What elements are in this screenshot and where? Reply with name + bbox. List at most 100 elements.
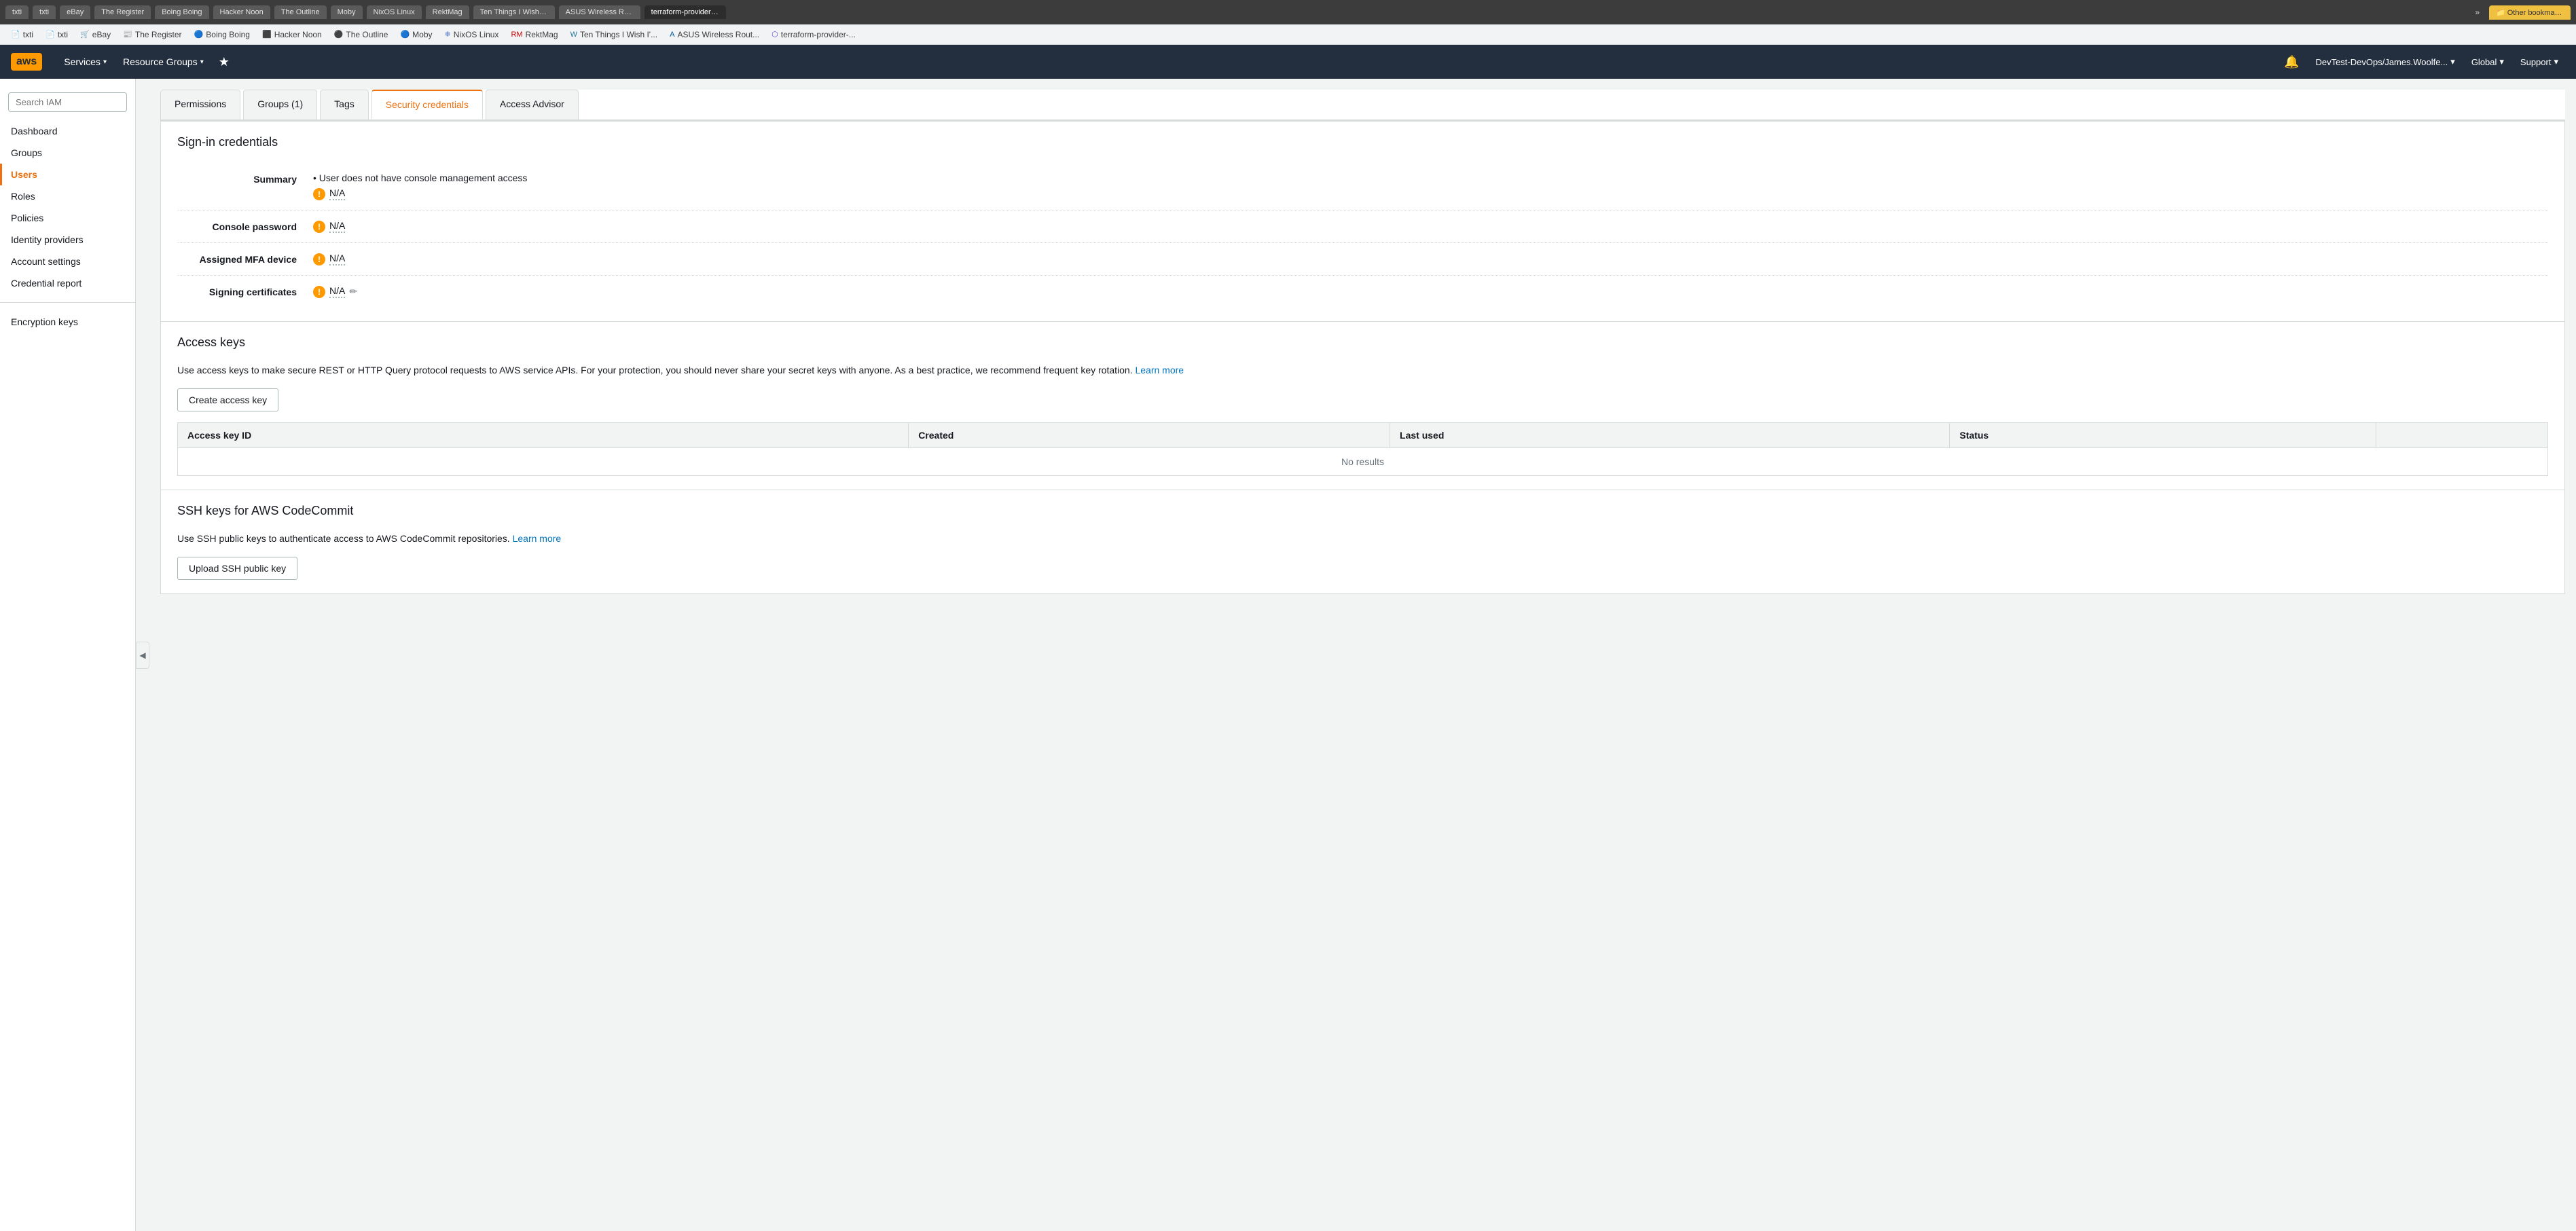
access-keys-learn-more-link[interactable]: Learn more: [1135, 365, 1184, 375]
summary-warning-icon: !: [313, 188, 325, 200]
support-label: Support: [2520, 57, 2552, 67]
browser-tab-boing[interactable]: Boing Boing: [155, 5, 208, 19]
account-menu[interactable]: DevTest-DevOps/James.Woolfe... ▾: [2308, 45, 2461, 79]
services-chevron: ▾: [103, 58, 107, 66]
browser-tab-terraform[interactable]: terraform-provider-...: [645, 5, 726, 19]
sidebar-item-policies[interactable]: Policies: [0, 207, 135, 229]
content-area: Permissions Groups (1) Tags Security cre…: [149, 79, 2576, 1231]
tab-tags[interactable]: Tags: [320, 90, 369, 120]
sidebar-divider: [0, 302, 135, 303]
browser-tab-hacker[interactable]: Hacker Noon: [213, 5, 270, 19]
bookmark-hacker[interactable]: ⬛ Hacker Noon: [257, 28, 327, 41]
browser-tab-txti2[interactable]: txti: [33, 5, 56, 19]
search-iam-input[interactable]: [8, 92, 127, 112]
notifications-bell-icon[interactable]: 🔔: [2277, 55, 2306, 69]
bookmark-nixos[interactable]: ❄ NixOS Linux: [439, 28, 505, 41]
browser-tab-outline[interactable]: The Outline: [274, 5, 327, 19]
region-chevron: ▾: [2499, 56, 2504, 67]
sidebar-item-credential-report[interactable]: Credential report: [0, 272, 135, 294]
resource-groups-nav[interactable]: Resource Groups ▾: [115, 45, 212, 79]
col-created: Created: [909, 423, 1390, 448]
browser-tab-bar: txti txti eBay The Register Boing Boing …: [0, 0, 2576, 24]
browser-tab-rektmag[interactable]: RektMag: [426, 5, 469, 19]
bookmark-asus[interactable]: A ASUS Wireless Rout...: [664, 28, 765, 41]
browser-tab-register[interactable]: The Register: [94, 5, 151, 19]
bookmark-outline[interactable]: ⚫ The Outline: [329, 28, 394, 41]
account-chevron: ▾: [2450, 56, 2455, 67]
summary-label: Summary: [177, 172, 313, 185]
sign-in-title: Sign-in credentials: [177, 135, 2548, 149]
main-layout: Dashboard Groups Users Roles Policies Id…: [0, 79, 2576, 1231]
sidebar-item-roles[interactable]: Roles: [0, 185, 135, 207]
tabs-bar: Permissions Groups (1) Tags Security cre…: [160, 90, 2565, 121]
browser-tab-moby[interactable]: Moby: [331, 5, 363, 19]
account-label: DevTest-DevOps/James.Woolfe...: [2315, 57, 2448, 67]
favorites-star-icon[interactable]: ★: [212, 55, 236, 69]
browser-tab-nixos[interactable]: NixOS Linux: [367, 5, 422, 19]
browser-tab-ebay[interactable]: eBay: [60, 5, 90, 19]
signing-certs-row: Signing certificates ! N/A ✏: [177, 276, 2548, 308]
browser-tab-bookmarks[interactable]: 📁 Other bookmarks: [2489, 5, 2571, 20]
console-password-warning-icon: !: [313, 221, 325, 233]
bookmark-boing[interactable]: 🔵 Boing Boing: [189, 28, 255, 41]
services-label: Services: [64, 56, 101, 67]
summary-row: Summary • User does not have console man…: [177, 163, 2548, 210]
services-nav[interactable]: Services ▾: [56, 45, 115, 79]
signing-certs-edit-icon[interactable]: ✏: [349, 286, 357, 297]
bookmark-txti2[interactable]: 📄 txti: [40, 28, 73, 41]
support-menu[interactable]: Support ▾: [2514, 45, 2565, 79]
region-label: Global: [2471, 57, 2497, 67]
signing-certs-warning-icon: !: [313, 286, 325, 298]
aws-logo-text: aws: [16, 56, 37, 68]
tab-access-advisor[interactable]: Access Advisor: [486, 90, 579, 120]
sidebar-item-groups[interactable]: Groups: [0, 142, 135, 164]
mfa-label: Assigned MFA device: [177, 253, 313, 265]
sidebar-item-identity-providers[interactable]: Identity providers: [0, 229, 135, 251]
bookmark-register[interactable]: 📰 The Register: [117, 28, 187, 41]
bookmark-terraform[interactable]: ⬡ terraform-provider-...: [766, 28, 861, 41]
browser-tab-txti1[interactable]: txti: [5, 5, 29, 19]
sidebar: Dashboard Groups Users Roles Policies Id…: [0, 79, 136, 1231]
create-access-key-button[interactable]: Create access key: [177, 388, 278, 411]
aws-logo[interactable]: aws: [11, 53, 42, 71]
bookmark-rektmag[interactable]: RM RektMag: [505, 28, 563, 41]
col-status: Status: [1950, 423, 2376, 448]
browser-tab-tenthings[interactable]: Ten Things I Wish I'...: [473, 5, 555, 19]
summary-value: • User does not have console management …: [313, 172, 527, 200]
ssh-keys-section: SSH keys for AWS CodeCommit Use SSH publ…: [161, 490, 2564, 593]
resource-groups-chevron: ▾: [200, 58, 204, 66]
sidebar-item-encryption-keys[interactable]: Encryption keys: [0, 311, 135, 333]
signing-certs-label: Signing certificates: [177, 285, 313, 297]
col-actions: [2376, 423, 2547, 448]
sidebar-item-users[interactable]: Users: [0, 164, 135, 185]
bookmark-ebay[interactable]: 🛒 eBay: [75, 28, 116, 41]
no-results-cell: No results: [178, 448, 2548, 476]
access-keys-desc: Use access keys to make secure REST or H…: [177, 363, 2548, 378]
tab-permissions[interactable]: Permissions: [160, 90, 240, 120]
browser-tab-asus[interactable]: ASUS Wireless Rout...: [559, 5, 640, 19]
bookmark-moby[interactable]: 🔵 Moby: [395, 28, 437, 41]
upload-ssh-key-button[interactable]: Upload SSH public key: [177, 557, 297, 580]
aws-header: aws Services ▾ Resource Groups ▾ ★ 🔔 Dev…: [0, 45, 2576, 79]
region-menu[interactable]: Global ▾: [2465, 45, 2511, 79]
bookmark-txti1[interactable]: 📄 txti: [5, 28, 39, 41]
summary-bullet-text: • User does not have console management …: [313, 172, 527, 183]
bookmark-tenthings[interactable]: W Ten Things I Wish I'...: [565, 28, 664, 41]
bookmark-bar: 📄 txti 📄 txti 🛒 eBay 📰 The Register 🔵 Bo…: [0, 24, 2576, 45]
tab-groups[interactable]: Groups (1): [243, 90, 317, 120]
console-password-value: ! N/A: [313, 220, 345, 233]
sidebar-item-account-settings[interactable]: Account settings: [0, 251, 135, 272]
mfa-row: Assigned MFA device ! N/A: [177, 243, 2548, 276]
support-chevron: ▾: [2554, 56, 2558, 67]
sidebar-collapse-button[interactable]: ◀: [136, 642, 149, 669]
mfa-na: N/A: [329, 253, 345, 265]
access-keys-title: Access keys: [177, 335, 2548, 350]
access-keys-section: Access keys Use access keys to make secu…: [161, 322, 2564, 490]
mfa-warning-icon: !: [313, 253, 325, 265]
tab-security-credentials[interactable]: Security credentials: [371, 90, 483, 120]
summary-na-value: N/A: [329, 187, 345, 200]
sidebar-item-dashboard[interactable]: Dashboard: [0, 120, 135, 142]
more-tabs-button[interactable]: »: [2469, 7, 2485, 17]
sign-in-section: Sign-in credentials Summary • User does …: [161, 122, 2564, 321]
ssh-learn-more-link[interactable]: Learn more: [513, 533, 562, 544]
